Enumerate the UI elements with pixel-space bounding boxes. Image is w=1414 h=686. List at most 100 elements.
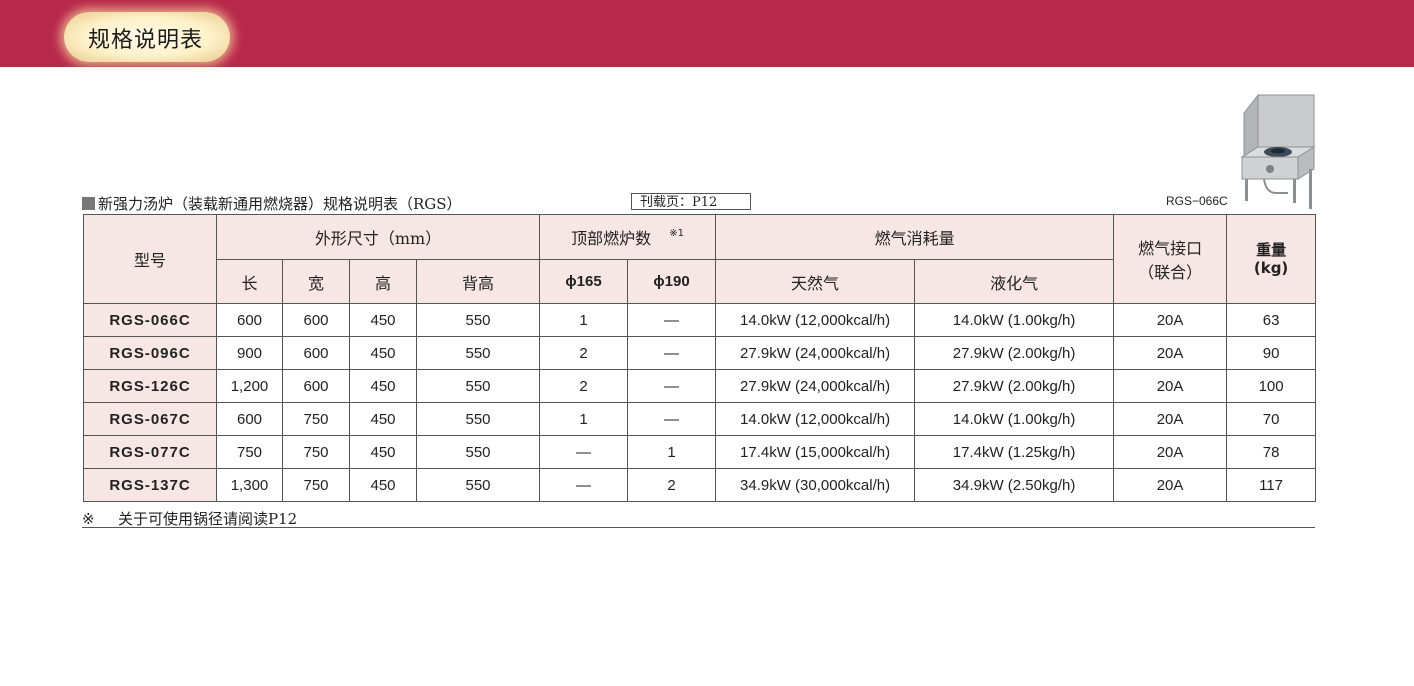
cell-lpg: 17.4kW (1.25kg/h) (914, 435, 1115, 469)
header-phi190: ϕ190 (627, 259, 717, 304)
cell-width: 600 (282, 369, 350, 403)
table-row: RGS-067C 600 750 450 550 1—14.0kW (12,000kcal… (83, 402, 1317, 436)
header-burners-label: 顶部燃炉数 (571, 229, 652, 248)
cell-weight: 63 (1226, 303, 1317, 337)
cell-connector: 20A (1113, 402, 1228, 436)
cell-natural-gas: 27.9kW (24,000kcal/h) (715, 336, 916, 370)
cell-model: RGS-137C (83, 468, 217, 502)
header-gas-consumption: 燃气消耗量 (715, 214, 1115, 260)
footnote-mark: ※ (82, 510, 95, 528)
header-back-height: 背高 (415, 259, 541, 304)
header-lpg: 液化气 (914, 259, 1115, 304)
section-title-text: 新强力汤炉（装载新通用燃烧器）规格说明表（RGS） (98, 195, 462, 213)
table-row: RGS-137C 1,300 750 450 550—2 34.9kW (30,000kc… (83, 468, 1317, 502)
table-row: RGS-126C 1,200 600 450 550 2—27.9kW (24,000kc… (83, 369, 1317, 403)
cell-phi165: 1 (539, 303, 629, 337)
header-weight-label: 重量 (1256, 241, 1287, 259)
cell-phi190: — (627, 303, 717, 337)
cell-height: 450 (349, 336, 417, 370)
cell-phi190: — (627, 336, 717, 370)
header-connector-sub: （联合） (1138, 263, 1203, 282)
cell-weight: 117 (1226, 468, 1317, 502)
header-weight-unit: (kg) (1253, 259, 1289, 277)
cell-width: 600 (282, 303, 350, 337)
cell-phi190: — (627, 402, 717, 436)
page-reference-box: 刊载页：P12 (631, 193, 751, 210)
footnote: ※ 关于可使用锅径请阅读P12 (82, 508, 1315, 528)
cell-weight: 100 (1226, 369, 1317, 403)
cell-back-height: 550 (415, 336, 541, 370)
cell-back-height: 550 (415, 468, 541, 502)
soup-stove-product-image (1240, 93, 1316, 209)
table-row: RGS-066C 600 600 450 550 1—14.0kW (12,000kcal… (83, 303, 1317, 337)
section-marker (82, 197, 95, 210)
cell-connector: 20A (1113, 435, 1228, 469)
cell-lpg: 27.9kW (2.00kg/h) (914, 369, 1115, 403)
cell-weight: 78 (1226, 435, 1317, 469)
header-length: 长 (216, 259, 283, 304)
cell-length: 600 (216, 303, 283, 337)
cell-height: 450 (349, 402, 417, 436)
cell-natural-gas: 14.0kW (12,000kcal/h) (715, 303, 916, 337)
header-model: 型号 (83, 214, 217, 304)
cell-width: 750 (282, 402, 350, 436)
header-natural-gas: 天然气 (715, 259, 916, 304)
footnote-text: 关于可使用锅径请阅读P12 (118, 510, 298, 528)
cell-phi165: — (539, 468, 629, 502)
cell-natural-gas: 27.9kW (24,000kcal/h) (715, 369, 916, 403)
cell-back-height: 550 (415, 369, 541, 403)
cell-lpg: 34.9kW (2.50kg/h) (914, 468, 1115, 502)
header-burners-note: ※1 (669, 228, 684, 239)
cell-back-height: 550 (415, 402, 541, 436)
cell-model: RGS-077C (83, 435, 217, 469)
cell-phi165: 2 (539, 369, 629, 403)
cell-lpg: 14.0kW (1.00kg/h) (914, 402, 1115, 436)
cell-phi190: 1 (627, 435, 717, 469)
cell-phi165: — (539, 435, 629, 469)
cell-back-height: 550 (415, 303, 541, 337)
header-weight: 重量 (kg) (1226, 214, 1317, 304)
cell-weight: 70 (1226, 402, 1317, 436)
cell-length: 1,200 (216, 369, 283, 403)
header-height: 高 (349, 259, 417, 304)
header-burners: 顶部燃炉数 ※1 (539, 214, 717, 260)
cell-width: 750 (282, 435, 350, 469)
spec-table: 型号 外形尺寸（mm） 顶部燃炉数 ※1 燃气消耗量 燃气接口 （联合） 重量 (kg… (83, 214, 1317, 502)
cell-length: 750 (216, 435, 283, 469)
cell-length: 1,300 (216, 468, 283, 502)
cell-natural-gas: 14.0kW (12,000kcal/h) (715, 402, 916, 436)
table-row: RGS-096C 900 600 450 550 2—27.9kW (24,000kcal… (83, 336, 1317, 370)
cell-length: 900 (216, 336, 283, 370)
cell-model: RGS-067C (83, 402, 217, 436)
cell-connector: 20A (1113, 303, 1228, 337)
cell-phi190: — (627, 369, 717, 403)
header-phi165: ϕ165 (539, 259, 629, 304)
product-image-caption: RGS−066C (1166, 194, 1228, 208)
cell-width: 600 (282, 336, 350, 370)
cell-height: 450 (349, 435, 417, 469)
cell-length: 600 (216, 402, 283, 436)
cell-height: 450 (349, 468, 417, 502)
page-title: 规格说明表 (88, 28, 204, 53)
spec-table-body: RGS-066C 600 600 450 550 1—14.0kW (12,000kcal… (83, 303, 1317, 502)
cell-model: RGS-066C (83, 303, 217, 337)
cell-model: RGS-096C (83, 336, 217, 370)
cell-natural-gas: 17.4kW (15,000kcal/h) (715, 435, 916, 469)
cell-weight: 90 (1226, 336, 1317, 370)
cell-natural-gas: 34.9kW (30,000kcal/h) (715, 468, 916, 502)
cell-back-height: 550 (415, 435, 541, 469)
cell-height: 450 (349, 369, 417, 403)
cell-phi165: 1 (539, 402, 629, 436)
cell-model: RGS-126C (83, 369, 217, 403)
header-connector: 燃气接口 （联合） (1113, 214, 1228, 304)
cell-lpg: 27.9kW (2.00kg/h) (914, 336, 1115, 370)
cell-connector: 20A (1113, 468, 1228, 502)
cell-height: 450 (349, 303, 417, 337)
cell-phi190: 2 (627, 468, 717, 502)
cell-phi165: 2 (539, 336, 629, 370)
table-row: RGS-077C 750 750 450 550—1 17.4kW (15,000kcal… (83, 435, 1317, 469)
header-dimensions: 外形尺寸（mm） (215, 214, 541, 260)
cell-connector: 20A (1113, 369, 1228, 403)
cell-connector: 20A (1113, 336, 1228, 370)
cell-width: 750 (282, 468, 350, 502)
